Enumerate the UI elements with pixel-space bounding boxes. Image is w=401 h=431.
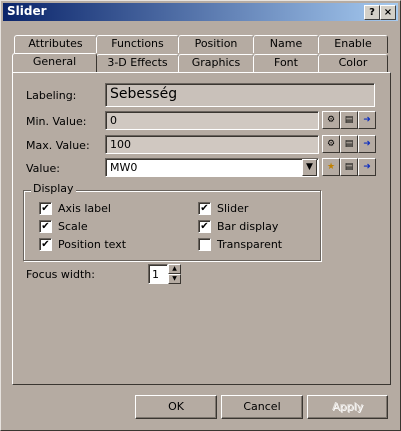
axis-label-text: Axis label bbox=[58, 202, 111, 215]
max-value-text: 100 bbox=[110, 138, 131, 151]
dynamic-icon[interactable]: ▤ bbox=[340, 135, 358, 153]
ok-button[interactable]: OK bbox=[135, 395, 217, 419]
slider-dialog: Slider ? × Attributes Functions Position… bbox=[0, 0, 401, 431]
display-group-title: Display bbox=[31, 182, 76, 195]
focus-width-input[interactable]: 1 bbox=[148, 264, 168, 284]
value-text: MW0 bbox=[110, 161, 138, 174]
scale-text: Scale bbox=[58, 220, 88, 233]
folder-icon[interactable]: ★ bbox=[322, 158, 340, 176]
tab-font[interactable]: Font bbox=[253, 54, 319, 72]
position-text-text: Position text bbox=[58, 238, 127, 251]
min-value-label: Min. Value: bbox=[26, 115, 87, 128]
help-button[interactable]: ? bbox=[364, 5, 380, 20]
scale-checkbox[interactable]: ✔ bbox=[39, 220, 52, 233]
focus-width-value: 1 bbox=[152, 268, 159, 281]
tag-select-icon[interactable]: ⚙ bbox=[322, 111, 340, 129]
tab-enable[interactable]: Enable bbox=[318, 35, 388, 53]
min-value-input[interactable]: 0 bbox=[105, 111, 319, 130]
value-combo[interactable]: MW0 ▼ bbox=[105, 158, 319, 177]
chevron-down-icon[interactable]: ▼ bbox=[302, 159, 317, 176]
apply-button[interactable]: Apply bbox=[307, 395, 388, 419]
dynamic-icon[interactable]: ▤ bbox=[340, 111, 358, 129]
position-text-checkbox[interactable]: ✔ bbox=[39, 238, 52, 251]
bar-display-checkbox[interactable]: ✔ bbox=[198, 220, 211, 233]
transparent-text: Transparent bbox=[217, 238, 283, 251]
arrow-right-icon[interactable]: ➜ bbox=[358, 111, 376, 129]
tab-attributes[interactable]: Attributes bbox=[14, 35, 97, 53]
labeling-input[interactable]: Sebesség bbox=[105, 83, 375, 107]
max-value-input[interactable]: 100 bbox=[105, 135, 319, 154]
slider-checkbox[interactable]: ✔ bbox=[198, 202, 211, 215]
labeling-value: Sebesség bbox=[110, 86, 178, 102]
min-value-text: 0 bbox=[110, 114, 117, 127]
max-value-label: Max. Value: bbox=[26, 139, 90, 152]
tab-color[interactable]: Color bbox=[318, 54, 388, 72]
focus-width-label: Focus width: bbox=[26, 268, 95, 281]
arrow-right-icon[interactable]: ➜ bbox=[358, 158, 376, 176]
value-label: Value: bbox=[26, 162, 60, 175]
window-title: Slider bbox=[7, 4, 47, 18]
tag-select-icon[interactable]: ⚙ bbox=[322, 135, 340, 153]
tab-functions[interactable]: Functions bbox=[96, 35, 179, 53]
tab-general[interactable]: General bbox=[12, 53, 97, 72]
spin-down-icon[interactable]: ▼ bbox=[168, 274, 181, 284]
axis-label-checkbox[interactable]: ✔ bbox=[39, 202, 52, 215]
dynamic-icon[interactable]: ▤ bbox=[340, 158, 358, 176]
tab-graphics[interactable]: Graphics bbox=[178, 54, 254, 72]
slider-text: Slider bbox=[217, 202, 249, 215]
title-bar[interactable]: Slider ? × bbox=[3, 3, 398, 21]
bar-display-text: Bar display bbox=[217, 220, 279, 233]
tab-position[interactable]: Position bbox=[178, 35, 254, 53]
transparent-checkbox[interactable] bbox=[198, 238, 211, 251]
close-button[interactable]: × bbox=[380, 5, 396, 20]
cancel-button[interactable]: Cancel bbox=[221, 395, 303, 419]
labeling-label: Labeling: bbox=[26, 89, 77, 102]
arrow-right-icon[interactable]: ➜ bbox=[358, 135, 376, 153]
spin-up-icon[interactable]: ▲ bbox=[168, 264, 181, 274]
tab-name[interactable]: Name bbox=[253, 35, 319, 53]
tab-3d-effects[interactable]: 3-D Effects bbox=[96, 54, 179, 72]
